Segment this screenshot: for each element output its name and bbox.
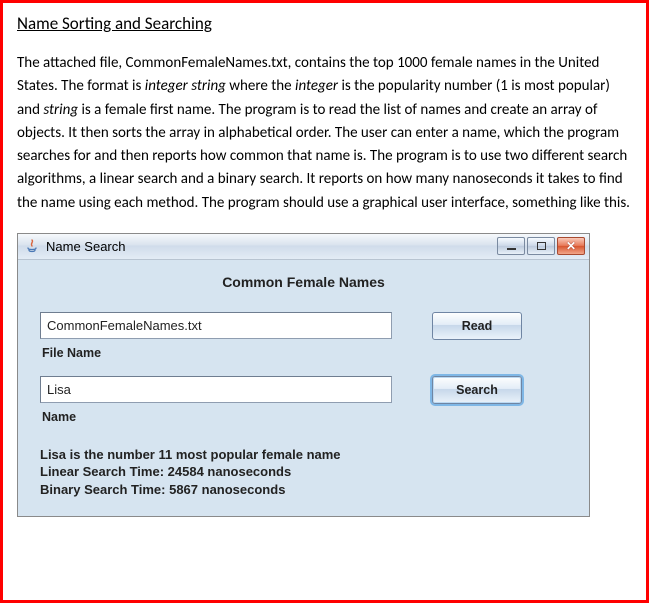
desc-italic: string [43,101,78,119]
result-linear-time: Linear Search Time: 24584 nanoseconds [40,463,567,481]
desc-seg: is a female first name. The program is t… [17,101,630,212]
assignment-description: The attached file, CommonFemaleNames.txt… [17,52,632,215]
window-title: Name Search [46,239,497,254]
file-row: Read [40,312,567,340]
result-binary-time: Binary Search Time: 5867 nanoseconds [40,481,567,499]
app-window: Name Search ✕ Common Female Names Read F… [17,233,590,518]
result-popularity: Lisa is the number 11 most popular femal… [40,446,567,464]
java-icon [24,238,40,254]
results-block: Lisa is the number 11 most popular femal… [40,446,567,499]
file-name-input[interactable] [40,312,392,339]
minimize-button[interactable] [497,237,525,255]
document-page: Name Sorting and Searching The attached … [0,0,649,603]
name-input[interactable] [40,376,392,403]
name-row: Search [40,376,567,404]
desc-seg: where the [226,77,295,95]
window-titlebar[interactable]: Name Search ✕ [18,234,589,260]
window-controls: ✕ [497,237,585,255]
app-heading: Common Female Names [40,268,567,312]
read-button[interactable]: Read [432,312,522,340]
maximize-button[interactable] [527,237,555,255]
page-title: Name Sorting and Searching [17,13,632,34]
desc-italic: integer string [145,77,226,95]
file-name-label: File Name [42,346,567,360]
app-body: Common Female Names Read File Name Searc… [18,260,589,517]
desc-italic: integer [295,77,338,95]
search-button[interactable]: Search [432,376,522,404]
close-button[interactable]: ✕ [557,237,585,255]
name-label: Name [42,410,567,424]
